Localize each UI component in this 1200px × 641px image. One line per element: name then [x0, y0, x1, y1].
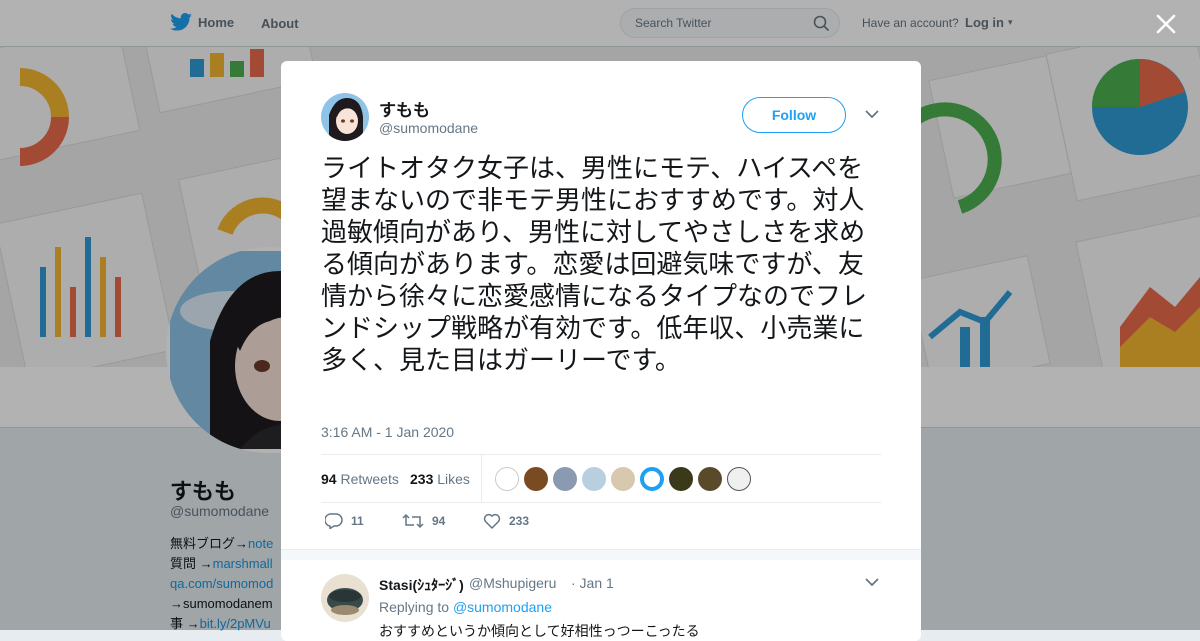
reply-author-avatar[interactable] — [321, 574, 369, 622]
avatar-image — [321, 93, 369, 141]
replies-divider — [281, 549, 921, 560]
tweet-timestamp[interactable]: 3:16 AM - 1 Jan 2020 — [321, 424, 454, 440]
retweet-action[interactable]: 94 — [402, 513, 445, 529]
tweet-author-handle[interactable]: @sumomodane — [379, 120, 478, 136]
liker-avatars — [495, 467, 756, 491]
reply-action[interactable]: 11 — [325, 513, 364, 529]
reply-author-name[interactable]: Stasi(ｼｭﾀｰｼﾞ) — [379, 575, 464, 595]
replying-to: Replying to @sumomodane — [379, 599, 552, 615]
liker-avatar[interactable] — [553, 467, 577, 491]
reply-icon — [325, 513, 343, 529]
chevron-down-icon[interactable] — [865, 109, 879, 119]
reply-date[interactable]: · Jan 1 — [571, 575, 614, 591]
liker-avatar[interactable] — [611, 467, 635, 491]
like-action[interactable]: 233 — [483, 513, 529, 529]
tweet-modal: すもも @sumomodane Follow ライトオタク女子は、男性にモテ、ハ… — [281, 61, 921, 641]
heart-icon — [483, 513, 501, 529]
close-icon[interactable] — [1154, 12, 1178, 36]
like-count: 233 — [509, 514, 530, 528]
replying-to-link[interactable]: @sumomodane — [453, 599, 552, 615]
tweet-author-avatar[interactable] — [321, 93, 369, 141]
liker-avatar[interactable] — [669, 467, 693, 491]
retweet-count: 94 — [432, 514, 446, 528]
likes-stat[interactable]: 233 Likes — [410, 471, 470, 487]
liker-avatar[interactable] — [582, 467, 606, 491]
liker-avatar[interactable] — [524, 467, 548, 491]
reply-text: おすすめというか傾向として好相性っつーこったる — [379, 624, 700, 640]
tweet-stats: 94 Retweets 233 Likes — [321, 454, 881, 503]
avatar-image — [321, 574, 369, 622]
reply-count: 11 — [351, 514, 364, 528]
reply-author-handle[interactable]: @Mshupigeru — [469, 575, 556, 591]
liker-avatar[interactable] — [698, 467, 722, 491]
follow-button[interactable]: Follow — [742, 97, 846, 133]
retweet-icon — [402, 513, 424, 529]
chevron-down-icon[interactable] — [865, 577, 879, 587]
tweet-text: ライトオタク女子は、男性にモテ、ハイスペを望まないので非モテ男性におすすめです。… — [321, 154, 868, 376]
stats-divider — [481, 455, 482, 502]
liker-avatar[interactable] — [640, 467, 664, 491]
retweets-stat[interactable]: 94 Retweets — [321, 471, 399, 487]
tweet-author-name[interactable]: すもも — [379, 96, 430, 121]
liker-avatar[interactable] — [727, 467, 751, 491]
liker-avatar[interactable] — [495, 467, 519, 491]
